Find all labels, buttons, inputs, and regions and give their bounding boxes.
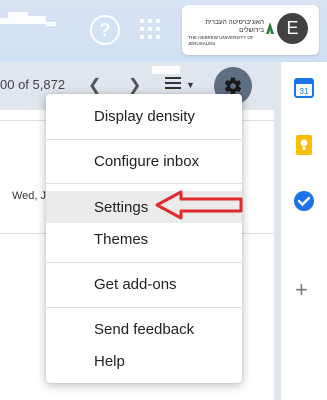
- university-logo: האוניברסיטה העברית בירושלים THE HEBREW U…: [188, 19, 276, 47]
- menu-divider: [46, 262, 242, 263]
- menu-item-themes[interactable]: Themes: [46, 223, 242, 255]
- calendar-icon[interactable]: 31: [293, 77, 315, 99]
- menu-item-send-feedback[interactable]: Send feedback: [46, 313, 242, 345]
- brand-english-text: THE HEBREW UNIVERSITY OF JERUSALEM: [188, 35, 254, 46]
- menu-item-help[interactable]: Help: [46, 345, 242, 377]
- brand-hebrew-text: האוניברסיטה העברית בירושלים: [205, 19, 264, 34]
- menu-divider: [46, 139, 242, 140]
- menu-item-label: Help: [94, 352, 125, 370]
- chevron-right-icon[interactable]: ❯: [128, 75, 141, 95]
- menu-item-label: Get add-ons: [94, 275, 177, 293]
- menu-divider: [46, 183, 242, 184]
- menu-item-display-density[interactable]: Display density: [46, 100, 242, 132]
- menu-item-configure-inbox[interactable]: Configure inbox: [46, 145, 242, 177]
- gear-icon: [224, 77, 242, 95]
- annotation-arrow-icon: [155, 190, 243, 220]
- keep-icon[interactable]: [293, 134, 315, 156]
- menu-item-label: Configure inbox: [94, 152, 200, 170]
- apps-grid-icon: [140, 19, 160, 39]
- cloud-decoration: [0, 18, 8, 24]
- menu-divider: [46, 307, 242, 308]
- menu-item-label: Settings: [94, 198, 149, 216]
- cloud-decoration: [28, 16, 46, 24]
- avatar[interactable]: E: [277, 13, 308, 44]
- help-button[interactable]: ?: [90, 15, 120, 45]
- menu-item-label: Themes: [94, 230, 149, 248]
- plus-icon[interactable]: +: [295, 277, 308, 303]
- menu-item-get-add-ons[interactable]: Get add-ons: [46, 268, 242, 300]
- calendar-day-text: 31: [300, 87, 309, 96]
- caret-down-icon[interactable]: ▼: [186, 80, 195, 90]
- cloud-decoration: [46, 22, 56, 26]
- avatar-letter: E: [286, 18, 299, 38]
- settings-menu: Display density Configure inbox Settings…: [46, 94, 242, 383]
- menu-item-label: Send feedback: [94, 320, 195, 338]
- apps-button[interactable]: [138, 17, 162, 41]
- top-bar: ? האוניברסיטה העברית בירושלים THE HEBREW…: [0, 0, 327, 74]
- message-date[interactable]: Wed, J: [12, 190, 46, 202]
- menu-item-label: Display density: [94, 107, 195, 125]
- cloud-decoration: [8, 12, 28, 24]
- density-icon[interactable]: [165, 77, 181, 91]
- side-panel: 31 +: [280, 62, 327, 400]
- chevron-left-icon[interactable]: ❮: [88, 75, 101, 95]
- university-emblem-icon: [266, 22, 274, 34]
- tasks-icon[interactable]: [293, 190, 315, 212]
- message-count: 00 of 5,872: [0, 77, 66, 92]
